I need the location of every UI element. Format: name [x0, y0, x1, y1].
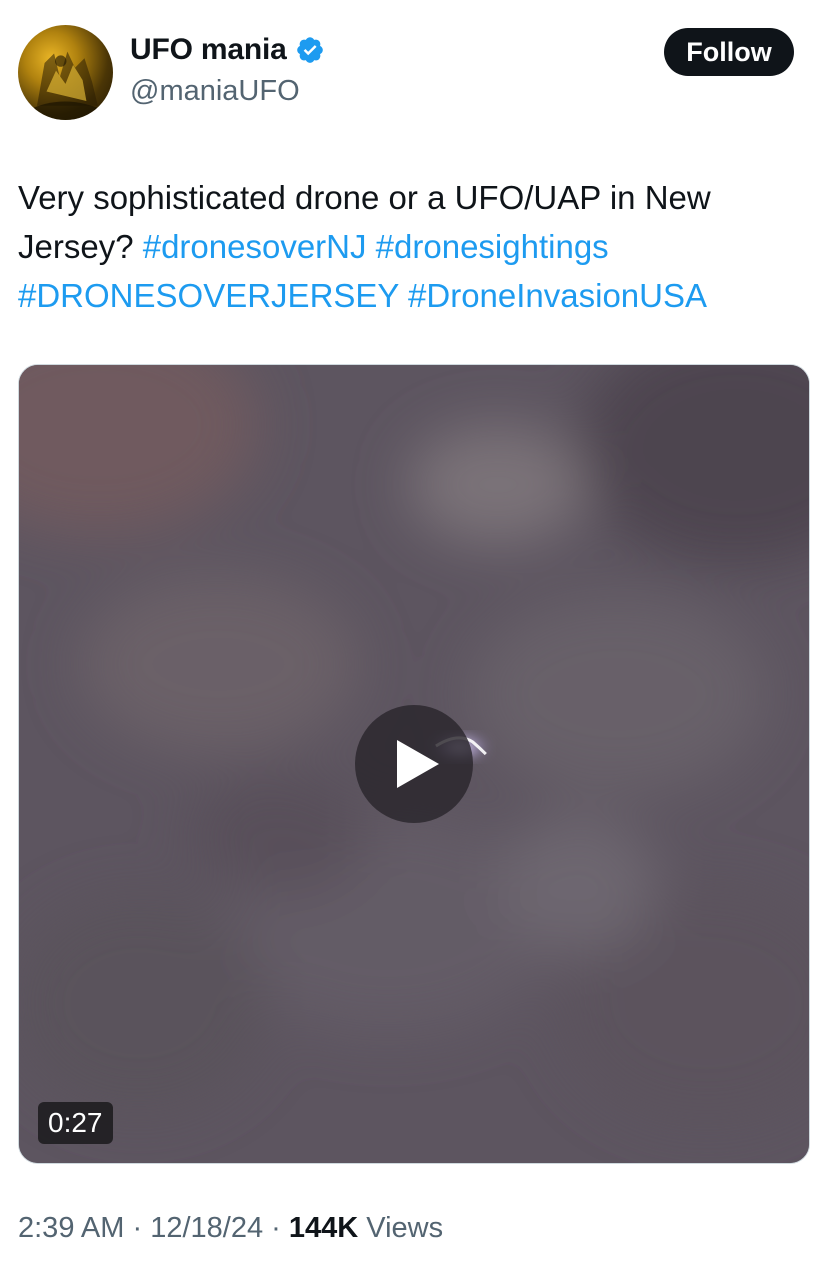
tweet: UFO mania @maniaUFO Follow Very sophisti… [0, 0, 828, 1267]
avatar-image [22, 51, 109, 120]
video-player[interactable]: 0:27 [18, 364, 810, 1164]
hashtag-link[interactable]: #DRONESOVERJERSEY [18, 277, 399, 314]
follow-button[interactable]: Follow [664, 28, 794, 76]
verified-badge-icon [296, 37, 323, 63]
author-name-row[interactable]: UFO mania [130, 33, 325, 67]
play-button[interactable] [355, 705, 473, 823]
avatar[interactable] [18, 25, 113, 120]
hashtag-link[interactable]: #dronesoverNJ [143, 228, 367, 265]
author-handle[interactable]: @maniaUFO [130, 75, 300, 108]
meta-separator: · [132, 1212, 143, 1244]
tweet-text: Very sophisticated drone or a UFO/UAP in… [18, 173, 808, 320]
hashtag-link[interactable]: #dronesightings [376, 228, 609, 265]
video-duration-badge: 0:27 [38, 1102, 113, 1144]
views-label: Views [366, 1212, 444, 1244]
tweet-date[interactable]: 12/18/24 [150, 1212, 263, 1244]
tweet-time[interactable]: 2:39 AM [18, 1212, 124, 1244]
hashtag-link[interactable]: #DroneInvasionUSA [408, 277, 707, 314]
views-count[interactable]: 144K [289, 1212, 358, 1244]
meta-separator: · [271, 1212, 281, 1244]
play-icon [397, 740, 439, 788]
tweet-meta: 2:39 AM · 12/18/24 · 144K Views [18, 1212, 443, 1245]
author-display-name[interactable]: UFO mania [130, 33, 287, 67]
